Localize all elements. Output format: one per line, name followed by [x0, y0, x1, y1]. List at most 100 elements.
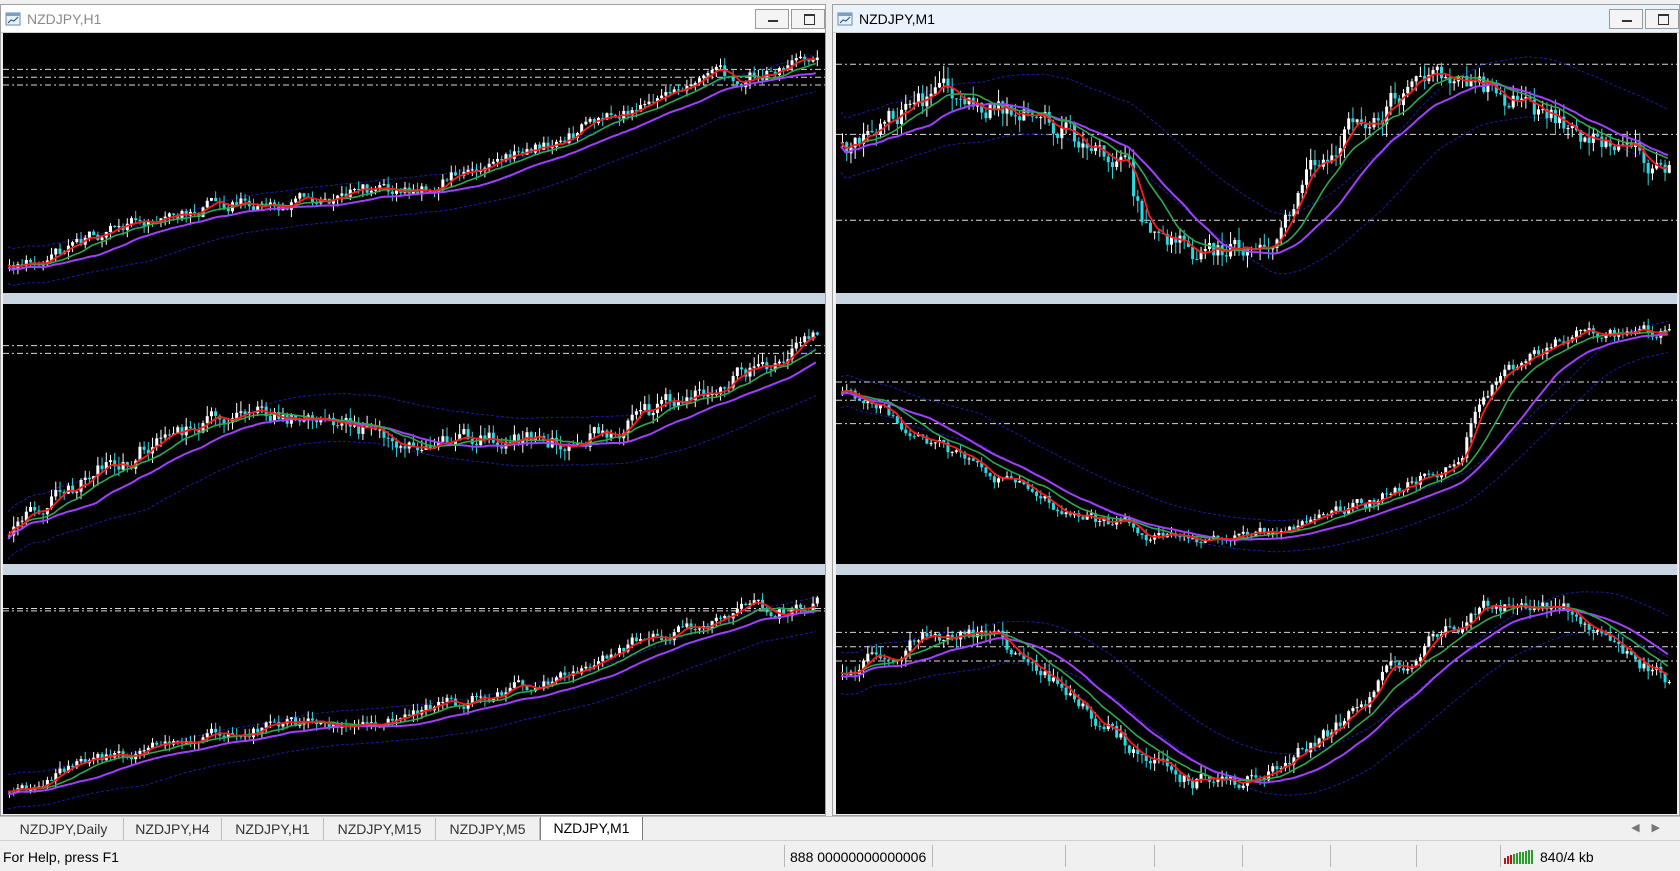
candle-body [719, 617, 723, 619]
maximize-button[interactable] [1645, 9, 1679, 29]
candlestick-chart [836, 591, 1677, 796]
candle-body [1039, 496, 1043, 499]
candle-body [1376, 680, 1380, 692]
candle-body [723, 616, 727, 619]
tab-nzdjpy-m15[interactable]: NZDJPY,M15 [324, 818, 436, 840]
chart-pane-right-mid[interactable] [836, 304, 1677, 564]
candle-body [908, 640, 912, 651]
candle-body [672, 401, 676, 407]
candle-body [676, 626, 680, 633]
tab-nzdjpy-h4[interactable]: NZDJPY,H4 [124, 818, 222, 840]
candle-body [782, 361, 786, 363]
candle-body [1587, 328, 1591, 330]
candle-body [1473, 411, 1477, 424]
candle-body [1511, 364, 1515, 370]
chart-pane-right-bottom[interactable] [836, 575, 1677, 814]
candle-body [798, 342, 802, 344]
window-titlebar[interactable]: NZDJPY,H1 [1, 5, 825, 33]
scroll-right-icon[interactable]: ▶ [1652, 822, 1672, 834]
scroll-left-icon[interactable]: ◀ [1631, 822, 1651, 834]
candle-body [188, 426, 192, 429]
candle-body [1499, 376, 1503, 383]
candle-body [693, 629, 697, 631]
candle-body [1402, 668, 1406, 671]
candle-body [1528, 608, 1532, 611]
pane-splitter[interactable] [836, 564, 1677, 575]
candle-body [87, 477, 91, 480]
candle-body [1667, 164, 1671, 173]
pane-splitter[interactable] [3, 293, 825, 304]
tab-nzdjpy-m1[interactable]: NZDJPY,M1 [540, 817, 643, 841]
candle-body [302, 193, 306, 197]
candle-body [1144, 222, 1148, 224]
candle-body [205, 200, 209, 208]
candle-body [782, 609, 786, 614]
candle-body [1148, 760, 1152, 764]
candle-body [1296, 748, 1300, 758]
minimize-button[interactable] [1609, 9, 1643, 29]
window-titlebar[interactable]: NZDJPY,M1 [833, 5, 1679, 33]
chart-pane-left-bottom[interactable] [3, 575, 825, 814]
candle-body [874, 652, 878, 655]
candle-body [1355, 499, 1359, 504]
candle-body [1326, 730, 1330, 737]
tab-nzdjpy-h1[interactable]: NZDJPY,H1 [222, 818, 324, 840]
candle-body [83, 477, 87, 480]
candle-body [870, 131, 874, 133]
candle-body [1435, 634, 1439, 638]
candle-body [479, 696, 483, 698]
candle-body [163, 216, 167, 219]
candle-body [441, 436, 445, 442]
pane-splitter[interactable] [836, 293, 1677, 304]
candle-body [1612, 640, 1616, 642]
chart-pane-left-mid[interactable] [3, 304, 825, 564]
candle-body [390, 438, 394, 442]
tab-nzdjpy-m5[interactable]: NZDJPY,M5 [436, 818, 540, 840]
envelope-upper-line [840, 591, 1669, 755]
candle-body [997, 478, 1001, 483]
candle-body [803, 336, 807, 343]
candle-body [1359, 499, 1363, 504]
candle-body [887, 405, 891, 416]
maximize-button[interactable] [791, 9, 825, 29]
candle-body [1064, 687, 1068, 696]
ma-slow-line [840, 333, 1668, 542]
candle-body [1406, 86, 1410, 94]
candle-body [697, 628, 701, 630]
candle-body [517, 680, 521, 683]
chart-pane-left-top[interactable] [3, 33, 825, 293]
candle-body [807, 59, 811, 62]
tab-nzdjpy-daily[interactable]: NZDJPY,Daily [4, 818, 124, 840]
candle-body [584, 121, 588, 125]
candle-body [1039, 117, 1043, 119]
candlestick-chart [836, 56, 1677, 275]
pane-splitter[interactable] [3, 564, 825, 575]
candle-body [395, 441, 399, 448]
candle-body [1174, 770, 1178, 775]
candle-body [1153, 759, 1157, 764]
candle-body [904, 429, 908, 434]
candle-body [1448, 466, 1452, 468]
candle-body [769, 612, 773, 617]
candle-body [1305, 521, 1309, 523]
candle-body [243, 198, 247, 201]
candle-body [50, 779, 54, 781]
candle-body [618, 117, 622, 119]
candle-body [1587, 137, 1591, 143]
candle-body [1583, 329, 1587, 331]
minimize-button[interactable] [755, 9, 789, 29]
candle-body [1418, 75, 1422, 77]
candle-body [794, 342, 798, 349]
status-help-text: For Help, press F1 [3, 849, 119, 865]
status-divider [1154, 845, 1155, 867]
candle-body [87, 231, 91, 238]
status-divider [1242, 845, 1243, 867]
candle-body [1570, 611, 1574, 615]
candle-body [1532, 608, 1536, 611]
candle-body [668, 92, 672, 94]
candle-body [1655, 336, 1659, 338]
candle-body [75, 239, 79, 243]
chart-pane-right-top[interactable] [836, 33, 1677, 293]
candle-body [390, 718, 394, 721]
candle-body [1579, 616, 1583, 624]
